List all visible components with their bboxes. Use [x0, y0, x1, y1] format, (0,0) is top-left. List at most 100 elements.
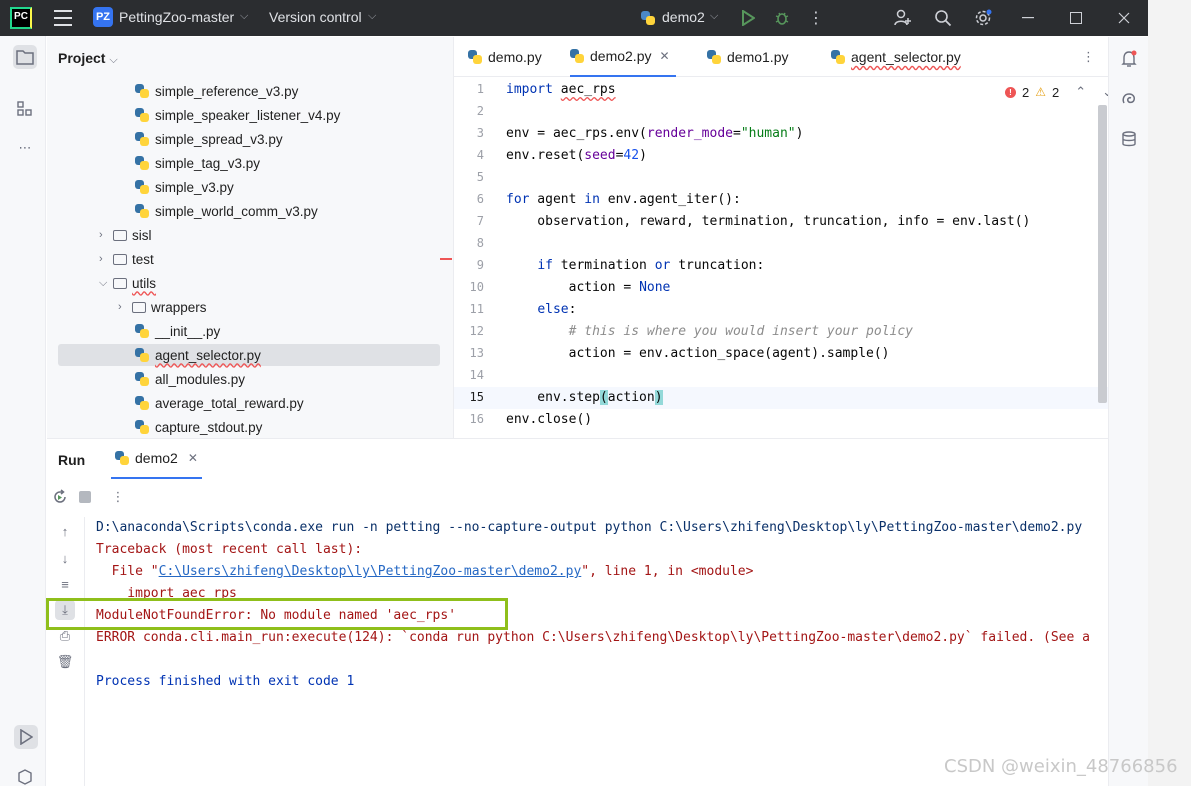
tab-agent-selector[interactable]: agent_selector.py [831, 37, 961, 77]
stop-icon[interactable] [75, 487, 95, 507]
tab-demo1[interactable]: demo1.py [707, 37, 788, 77]
add-user-icon[interactable] [893, 8, 913, 28]
tree-file[interactable]: simple_reference_v3.py [135, 80, 298, 102]
trash-icon[interactable]: 🗑 [55, 652, 75, 672]
python-file-icon [135, 108, 149, 122]
chevron-up-icon[interactable]: ⌃ [1075, 84, 1086, 100]
desktop-background [1148, 0, 1191, 786]
chevron-right-icon[interactable]: › [118, 301, 132, 313]
tree-folder-wrappers[interactable]: › wrappers [118, 296, 207, 318]
line-number: 13 [469, 346, 484, 360]
search-icon[interactable] [933, 8, 953, 28]
run-configuration-dropdown[interactable]: demo2 [662, 9, 705, 25]
tab-demo[interactable]: demo.py [468, 37, 542, 77]
python-file-icon [570, 49, 584, 63]
scroll-to-end-icon[interactable]: ⤓ [55, 600, 75, 620]
console-conda-error-line: ERROR conda.cli.main_run:execute(124): `… [96, 630, 1090, 645]
project-name-dropdown[interactable]: PettingZoo-master [119, 9, 234, 25]
project-panel-title[interactable]: Project ⌵ [58, 50, 118, 67]
chevron-down-icon: ⌵ [368, 10, 377, 22]
settings-gear-icon[interactable] [973, 8, 993, 28]
chevron-down-icon[interactable]: ⌵ [99, 277, 113, 290]
tree-file[interactable]: all_modules.py [135, 368, 245, 390]
line-number: 7 [476, 214, 484, 228]
code-line: env.step(action) [506, 390, 663, 405]
tree-folder-test[interactable]: › test [99, 248, 154, 270]
console-traceback-line: Traceback (most recent call last): [96, 542, 363, 557]
maximize-icon[interactable] [1066, 8, 1086, 28]
project-folder-icon[interactable] [13, 45, 37, 69]
editor-scrollbar[interactable] [1098, 105, 1107, 403]
python-file-icon [135, 396, 149, 410]
close-window-icon[interactable] [1114, 8, 1134, 28]
project-tool-window: Project ⌵ simple_reference_v3.py simple_… [47, 37, 453, 438]
tree-file[interactable]: simple_world_comm_v3.py [135, 200, 318, 222]
line-number: 5 [476, 170, 484, 184]
console-side-toolbar: ↑ ↓ ≡ ⤓ ⎙ 🗑 [47, 517, 85, 786]
run-tool-icon[interactable] [14, 725, 38, 749]
arrow-up-icon[interactable]: ↑ [55, 521, 75, 541]
rerun-icon[interactable] [50, 487, 70, 507]
python-file-icon [135, 204, 149, 218]
more-actions-icon[interactable]: ⋮ [806, 8, 826, 28]
tree-file-selected[interactable]: agent_selector.py [58, 344, 440, 366]
more-tabs-icon[interactable]: ⋮ [1082, 49, 1095, 65]
line-number: 12 [469, 324, 484, 338]
project-badge: PZ [93, 7, 113, 27]
run-icon[interactable] [738, 8, 758, 28]
arrow-down-icon[interactable]: ↓ [55, 548, 75, 568]
tree-file[interactable]: simple_spread_v3.py [135, 128, 283, 150]
line-number: 9 [476, 258, 484, 272]
tree-file[interactable]: __init__.py [135, 320, 220, 342]
run-toolbar: ⋮ [47, 487, 1108, 511]
main-menu-icon[interactable] [54, 10, 72, 26]
line-number: 16 [469, 412, 484, 426]
database-icon[interactable] [1119, 129, 1139, 149]
tree-file[interactable]: simple_v3.py [135, 176, 234, 198]
tree-file[interactable]: capture_stdout.py [135, 416, 262, 438]
ai-assistant-icon[interactable] [1119, 89, 1139, 109]
editor-tab-bar: demo.py demo2.py ✕ demo1.py agent_selecto… [454, 37, 1109, 77]
chevron-right-icon[interactable]: › [99, 229, 113, 241]
code-line: action = None [506, 280, 671, 295]
debug-icon[interactable] [772, 8, 792, 28]
tab-demo2[interactable]: demo2.py ✕ [570, 37, 676, 77]
tree-file[interactable]: simple_speaker_listener_v4.py [135, 104, 340, 126]
inspection-widget[interactable]: !2 ⚠2 ⌃ ⌄ [1005, 84, 1113, 100]
version-control-dropdown[interactable]: Version control [269, 9, 362, 25]
more-tools-icon[interactable]: ⋯ [13, 136, 37, 160]
python-file-icon [135, 348, 149, 362]
line-number: 4 [476, 148, 484, 162]
chevron-down-icon: ⌵ [240, 10, 249, 22]
close-icon[interactable]: ✕ [188, 451, 198, 465]
tree-file[interactable]: average_total_reward.py [135, 392, 304, 414]
console-file-line: File "C:\Users\zhifeng\Desktop\ly\Pettin… [96, 564, 754, 579]
python-packages-icon[interactable] [13, 765, 37, 786]
close-icon[interactable]: ✕ [659, 49, 669, 63]
chevron-right-icon[interactable]: › [99, 253, 113, 265]
tree-file[interactable]: simple_tag_v3.py [135, 152, 260, 174]
folder-icon [113, 229, 127, 241]
file-path-link[interactable]: C:\Users\zhifeng\Desktop\ly\PettingZoo-m… [159, 564, 582, 579]
python-file-icon [135, 324, 149, 338]
more-options-icon[interactable]: ⋮ [108, 487, 128, 507]
soft-wrap-icon[interactable]: ≡ [55, 574, 75, 594]
console-error-line: ModuleNotFoundError: No module named 'ae… [96, 608, 457, 623]
print-icon[interactable]: ⎙ [55, 626, 75, 646]
python-file-icon [135, 180, 149, 194]
python-file-icon [115, 451, 129, 465]
python-file-icon [831, 50, 845, 64]
code-line: env.reset(seed=42) [506, 148, 647, 163]
structure-icon[interactable] [13, 97, 37, 121]
right-tool-strip [1108, 37, 1148, 786]
chevron-down-icon: ⌵ [710, 10, 719, 22]
tree-folder-utils[interactable]: ⌵ utils [99, 272, 156, 294]
code-line: if termination or truncation: [537, 258, 765, 273]
tree-folder-sisl[interactable]: › sisl [99, 224, 152, 246]
console-output[interactable]: D:\anaconda\Scripts\conda.exe run -n pet… [96, 517, 1108, 786]
code-area[interactable]: import aec_rps env = aec_rps.env(render_… [506, 77, 1106, 438]
minimize-icon[interactable] [1018, 8, 1038, 28]
python-file-icon [135, 372, 149, 386]
notifications-bell-icon[interactable] [1119, 49, 1139, 69]
run-tab-demo2[interactable]: demo2 ✕ [111, 439, 202, 479]
